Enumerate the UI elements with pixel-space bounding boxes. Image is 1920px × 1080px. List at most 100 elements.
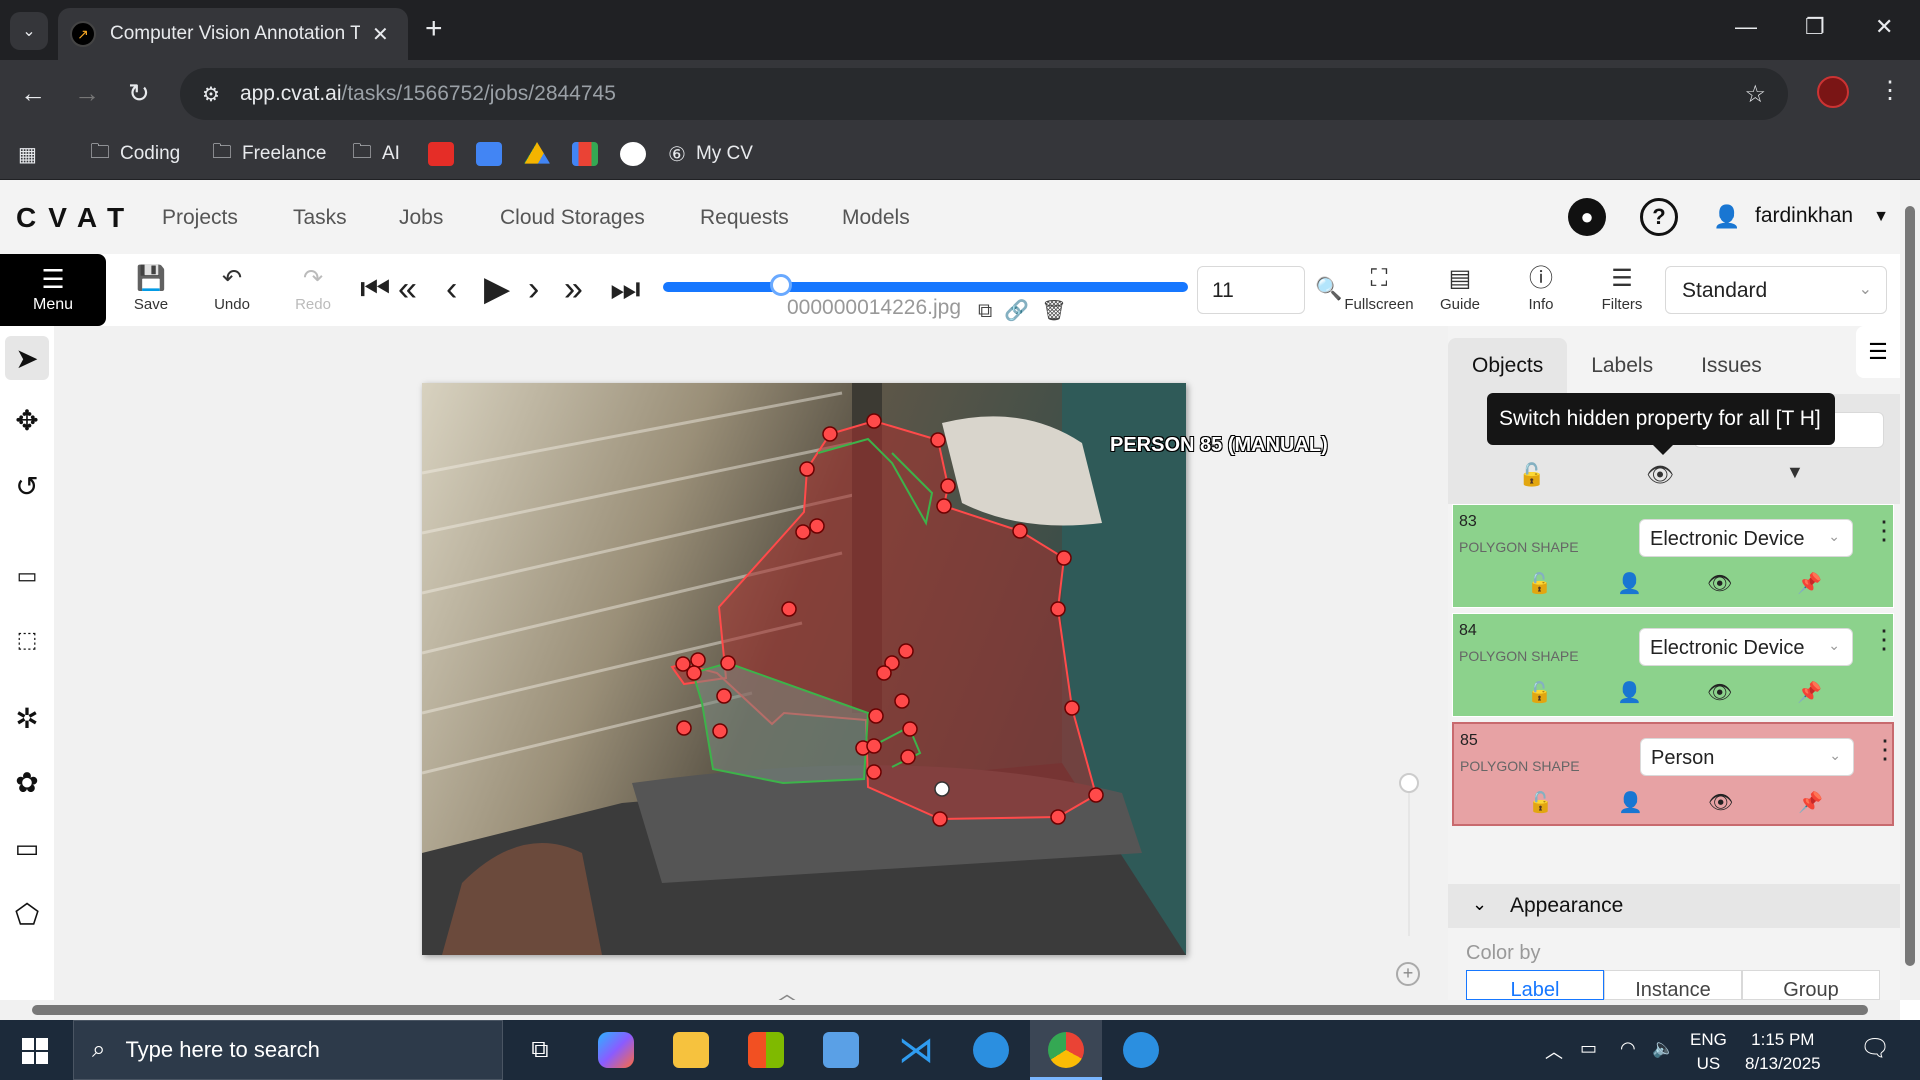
cursor-tool-icon[interactable]: ➤ [5,336,49,380]
eye-icon[interactable]: 👁 [1707,680,1732,705]
tab-issues[interactable]: Issues [1677,338,1786,394]
tab-close-icon[interactable]: ✕ [372,22,389,47]
bookmark-folder-coding[interactable]: 🗀 Coding [90,140,180,168]
previous-frame-icon[interactable]: ‹ [446,272,457,306]
eye-all-icon[interactable]: 👁 [1646,462,1674,488]
guide-button[interactable]: ▤ Guide [1425,264,1495,313]
control-panel-icon[interactable] [823,1032,859,1068]
tab-search-dropdown-icon[interactable]: ⌄ [10,12,48,50]
save-button[interactable]: 💾 Save [116,264,186,313]
vertical-scrollbar[interactable] [1900,180,1920,1000]
wifi-icon[interactable]: ◠ [1620,1038,1636,1059]
last-frame-icon[interactable]: ⏭ [610,272,641,306]
back-jump-icon[interactable]: « [398,272,417,306]
object-card-83[interactable]: 83 POLYGON SHAPE Electronic Device ⌄ ⋮ 🔓 … [1452,504,1897,608]
move-tool-icon[interactable]: ✥ [5,398,49,442]
cvat-logo[interactable]: CVAT [16,202,136,234]
browser-tab[interactable]: ↗ Computer Vision Annotation To ✕ [58,8,408,60]
annotation-canvas[interactable]: PERSON 85 (MANUAL) + ︿ [54,326,1448,1006]
task-view-icon[interactable]: ⧉ [522,1032,558,1068]
draw-polygon-icon[interactable]: ⬠ [5,892,49,936]
chrome-icon[interactable] [1048,1032,1084,1068]
bookmark-star-icon[interactable]: ☆ [1744,80,1766,109]
frame-slider[interactable] [663,282,1188,292]
taskbar-clock[interactable]: 1:15 PM 8/13/2025 [1745,1028,1821,1076]
show-hidden-icons-icon[interactable]: ︿ [1545,1038,1563,1064]
github-icon[interactable]: ● [1568,198,1606,236]
window-close-icon[interactable]: ✕ [1875,14,1893,40]
collapse-sidebar-icon[interactable]: ☰ [1856,326,1900,378]
color-by-instance-option[interactable]: Instance [1604,970,1742,1001]
youtube-icon[interactable] [428,142,454,166]
object-label-select[interactable]: Person ⌄ [1640,738,1854,776]
safari-icon[interactable] [973,1032,1009,1068]
bookmark-my-cv[interactable]: ⑥ My CV [668,140,753,168]
frame-slider-handle[interactable] [770,274,792,296]
expand-all-icon[interactable]: ▼ [1786,462,1804,483]
forward-icon[interactable]: → [74,78,100,109]
bookmark-folder-ai[interactable]: 🗀 AI [352,140,400,168]
color-by-group-option[interactable]: Group [1742,970,1880,1001]
object-label-select[interactable]: Electronic Device ⌄ [1639,519,1853,557]
tab-objects[interactable]: Objects [1448,338,1568,394]
lock-icon[interactable]: 🔓 [1527,680,1552,705]
lock-icon[interactable]: 🔓 [1527,571,1552,596]
gmail-icon[interactable] [572,142,598,166]
zoom-in-icon[interactable]: + [1396,962,1420,986]
nav-tasks[interactable]: Tasks [293,206,347,230]
workspace-select[interactable]: Standard ⌄ [1665,266,1887,314]
reload-icon[interactable]: ↻ [128,78,150,109]
windows-start-icon[interactable] [22,1038,48,1064]
browser-menu-icon[interactable]: ⋮ [1878,76,1902,105]
notifications-icon[interactable]: 🗨 [1860,1034,1890,1063]
copy-link-icon[interactable]: 🔗 [1004,300,1041,322]
magic-wand-icon[interactable]: ✲ [5,696,49,740]
nav-projects[interactable]: Projects [162,206,238,230]
object-label-select[interactable]: Electronic Device ⌄ [1639,628,1853,666]
safari-icon-2[interactable] [1123,1032,1159,1068]
delete-frame-icon[interactable]: 🗑 [1041,300,1078,322]
object-menu-icon[interactable]: ⋮ [1871,517,1897,543]
bookmark-folder-freelance[interactable]: 🗀 Freelance [212,140,327,168]
occluded-icon[interactable]: 👤 [1617,571,1642,596]
pin-icon[interactable]: 📌 [1798,790,1823,815]
appearance-panel-header[interactable]: ⌄ Appearance [1448,884,1900,928]
restore-icon[interactable]: ❐ [1805,14,1825,40]
nav-cloud-storages[interactable]: Cloud Storages [500,206,645,230]
first-frame-icon[interactable]: ⏮ [360,272,391,306]
help-icon[interactable]: ? [1640,198,1678,236]
color-by-label-option[interactable]: Label [1466,970,1604,1001]
openvino-icon[interactable]: ✿ [5,760,49,804]
nav-jobs[interactable]: Jobs [399,206,443,230]
redo-button[interactable]: ↷ Redo [278,264,348,313]
object-card-85[interactable]: 85 POLYGON SHAPE Person ⌄ ⋮ 🔓 👤 👁 📌 [1452,722,1898,826]
annotated-image[interactable] [422,383,1186,955]
occluded-icon[interactable]: 👤 [1618,790,1643,815]
user-dropdown-icon[interactable]: ▼ [1862,198,1900,236]
forward-jump-icon[interactable]: » [564,272,583,306]
lock-icon[interactable]: 🔓 [1528,790,1553,815]
scroll-thumb[interactable] [1905,206,1915,966]
file-explorer-icon[interactable] [673,1032,709,1068]
new-tab-icon[interactable]: + [425,12,443,46]
draw-rectangle-icon[interactable]: ▭ [5,826,49,870]
site-info-icon[interactable]: ⚙ [202,82,220,107]
fullscreen-button[interactable]: ⛶ Fullscreen [1344,264,1414,313]
google-drive-icon[interactable] [524,142,550,164]
taskbar-search[interactable]: ⌕ Type here to search [73,1020,503,1080]
pin-icon[interactable]: 📌 [1797,680,1822,705]
apps-grid-icon[interactable]: ▦ [18,140,47,168]
object-menu-icon[interactable]: ⋮ [1872,736,1898,762]
zoom-region-icon[interactable]: ⬚ [5,618,49,662]
next-frame-icon[interactable]: › [528,272,539,306]
info-button[interactable]: ⓘ Info [1506,264,1576,313]
fit-image-icon[interactable]: ▭ [5,554,49,598]
microsoft-store-icon[interactable] [748,1032,784,1068]
menu-button[interactable]: ☰ Menu [0,254,106,326]
search-icon[interactable]: 🔍 [1315,276,1342,302]
eye-icon[interactable]: 👁 [1707,571,1732,596]
filters-button[interactable]: ☰ Filters [1587,264,1657,313]
rotate-tool-icon[interactable]: ↺ [5,464,49,508]
profile-avatar[interactable] [1817,76,1849,108]
username[interactable]: fardinkhan [1755,204,1853,228]
